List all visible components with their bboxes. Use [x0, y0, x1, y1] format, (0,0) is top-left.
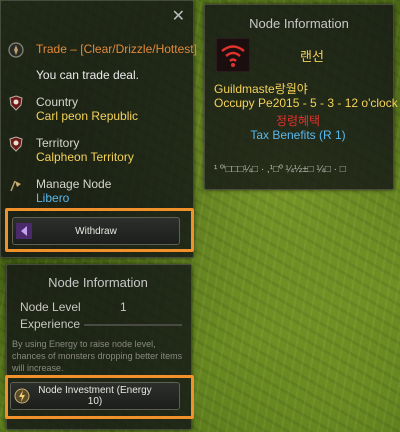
wifi-icon [216, 38, 250, 72]
country-row: Country Carl peon Republic [8, 95, 138, 124]
territory-value: Calpheon Territory [36, 150, 134, 164]
experience-label: Experience [20, 317, 81, 331]
node-investment-button[interactable]: Node Investment (Energy 10) [10, 382, 180, 410]
trade-row: Trade – [Clear/Drizzle/Hottest] You can … [8, 42, 197, 82]
shield-icon [9, 95, 23, 111]
node-description: By using Energy to raise node level, cha… [12, 339, 183, 373]
territory-row: Territory Calpheon Territory [8, 136, 134, 165]
arrow-left-icon [16, 223, 32, 239]
trade-title: Trade – [Clear/Drizzle/Hottest] [36, 42, 197, 56]
energy-icon [14, 388, 30, 404]
trade-subtitle: You can trade deal. [36, 68, 139, 82]
node-information-title: Node Information [249, 16, 349, 31]
node-investment-label: Node Investment (Energy 10) [38, 385, 152, 407]
node-information-title: Node Information [48, 275, 148, 290]
tax-benefits-link[interactable]: Tax Benefits (R 1) [204, 128, 392, 142]
benefits-text: 정령혜택 [275, 114, 321, 128]
withdraw-label: Withdraw [75, 225, 117, 237]
compass-icon [8, 42, 24, 58]
node-level-value: 1 [120, 300, 127, 314]
experience-bar [84, 324, 182, 326]
territory-label: Territory [36, 136, 80, 150]
country-value: Carl peon Republic [36, 109, 139, 123]
manage-node-row: Manage Node Libero [8, 177, 111, 206]
country-label: Country [36, 95, 79, 109]
manage-node-label: Manage Node [36, 177, 112, 191]
flag-icon [10, 180, 21, 192]
shield-icon [9, 136, 23, 152]
occupy-period-text: Occupy Pe2015 - 5 - 3 - 12 o'clock [214, 96, 398, 110]
garbled-text: ¹ ºⁱ□□□¼□ · ,¹□º ¼½±□ ¼□ · □ [214, 164, 346, 175]
node-name: 랜선 [300, 49, 324, 64]
withdraw-button[interactable]: Withdraw [12, 217, 180, 245]
node-level-label: Node Level [20, 300, 81, 314]
manage-node-value: Libero [36, 191, 70, 205]
guildmaster-text: Guildmaste랑월야 [214, 82, 308, 96]
close-icon[interactable]: ✕ [172, 6, 185, 26]
